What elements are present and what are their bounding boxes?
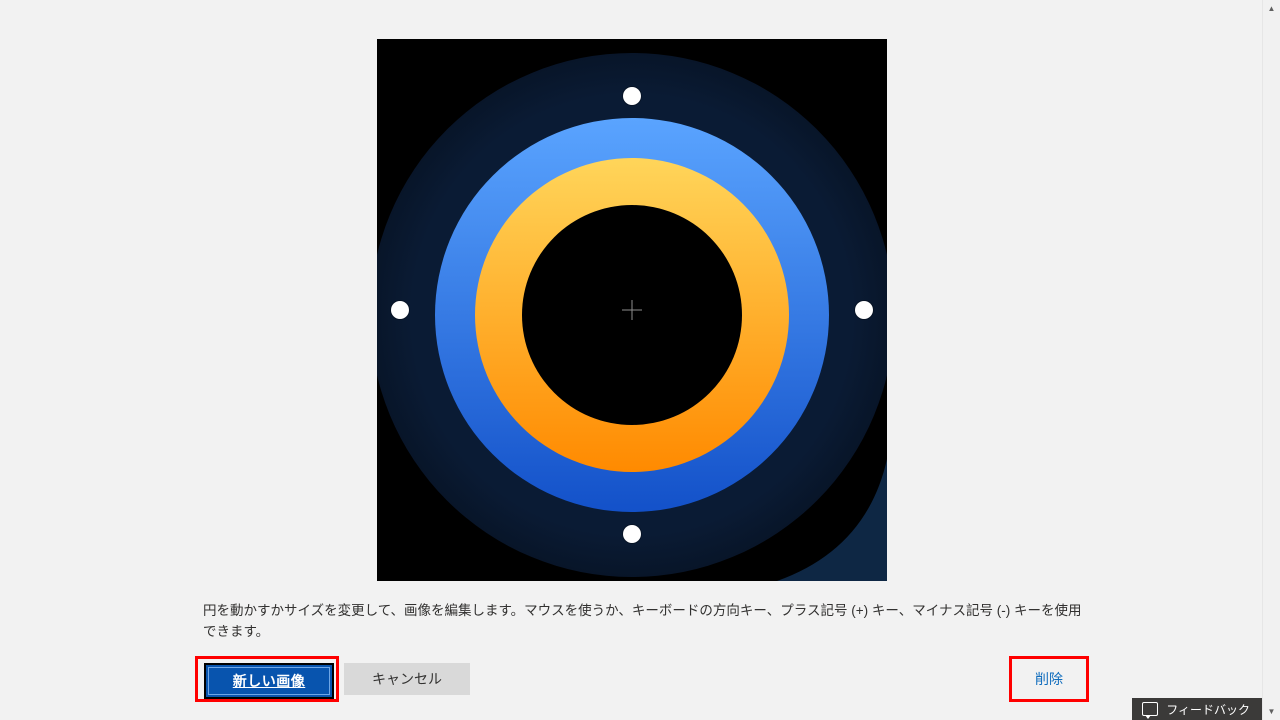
new-image-button[interactable]: 新しい画像 xyxy=(204,663,334,699)
resize-handle-top-icon[interactable] xyxy=(623,87,641,105)
action-button-row: 新しい画像 キャンセル 削除 xyxy=(195,656,1090,702)
scroll-up-icon[interactable]: ▲ xyxy=(1263,0,1280,17)
scroll-down-icon[interactable]: ▼ xyxy=(1263,703,1280,720)
feedback-label: フィードバック xyxy=(1166,701,1250,718)
resize-handle-bottom-icon[interactable] xyxy=(623,525,641,543)
image-crop-editor[interactable] xyxy=(377,39,887,581)
feedback-button[interactable]: フィードバック xyxy=(1132,698,1262,720)
vertical-scrollbar[interactable]: ▲ ▼ xyxy=(1262,0,1280,720)
resize-handle-left-icon[interactable] xyxy=(391,301,409,319)
cancel-button[interactable]: キャンセル xyxy=(344,663,470,695)
profile-ring-image xyxy=(377,39,887,581)
delete-button[interactable]: 削除 xyxy=(1018,663,1080,695)
resize-handle-right-icon[interactable] xyxy=(855,301,873,319)
chat-bubble-icon xyxy=(1142,702,1158,716)
crop-instructions-text: 円を動かすかサイズを変更して、画像を編集します。マウスを使うか、キーボードの方向… xyxy=(203,601,1083,643)
